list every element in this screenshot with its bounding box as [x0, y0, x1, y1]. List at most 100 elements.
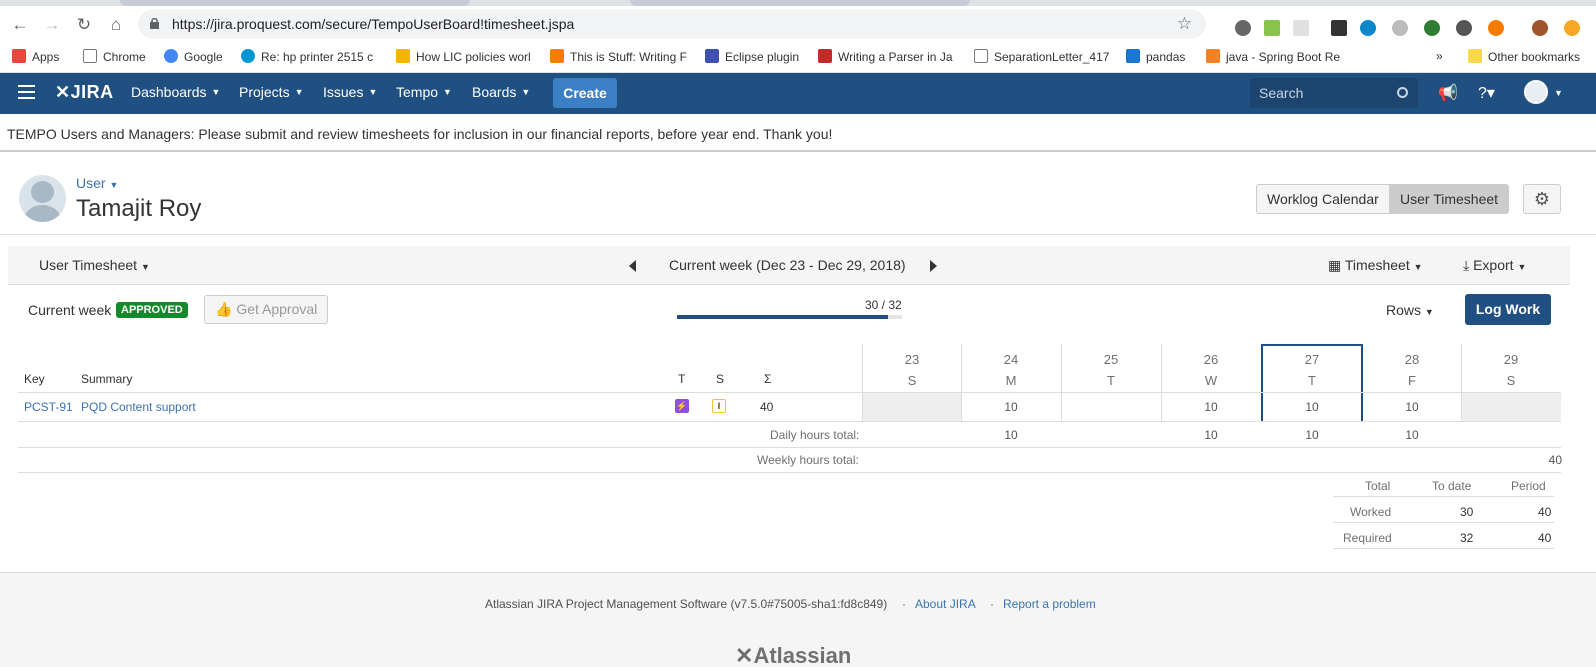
day-of-week: F [1408, 373, 1416, 388]
rows-label: Rows [1386, 302, 1422, 318]
create-button[interactable]: Create [553, 78, 617, 108]
more-bookmarks-button[interactable]: » [1436, 49, 1443, 63]
bookmark-label: Chrome [103, 50, 146, 64]
jira-logo-text: JIRA [70, 82, 114, 102]
browser-toolbar: ← → ↻ ⌂ https://jira.proquest.com/secure… [0, 6, 1596, 42]
update-icon[interactable] [1564, 20, 1580, 36]
bookmark-apps[interactable]: Apps [12, 49, 59, 64]
bookmark-item[interactable]: Eclipse plugin [705, 49, 799, 64]
issue-summary-link[interactable]: PQD Content support [81, 400, 196, 414]
daily-total: 10 [1405, 428, 1419, 442]
footer: Atlassian JIRA Project Management Softwa… [0, 572, 1596, 667]
home-icon[interactable]: ⌂ [106, 15, 126, 35]
nav-dashboards[interactable]: Dashboards ▼ [131, 84, 220, 100]
extension-icon[interactable] [1293, 20, 1309, 36]
extension-icon[interactable] [1360, 20, 1376, 36]
worked-to-date: 30 [1460, 505, 1474, 519]
banner-text: TEMPO Users and Managers: Please submit … [7, 126, 833, 142]
bookmarks-bar: Apps Chrome Google Re: hp printer 2515 c… [0, 42, 1596, 73]
bookmark-item[interactable]: java - Spring Boot Re [1206, 49, 1346, 64]
jira-logo[interactable]: ✕JIRA [55, 82, 114, 103]
col-summary[interactable]: Summary [81, 372, 132, 386]
bookmark-item[interactable]: pandas [1126, 49, 1185, 64]
other-bookmarks[interactable]: Other bookmarks [1468, 49, 1580, 64]
get-approval-button[interactable]: 👍 Get Approval [204, 295, 328, 324]
period-label[interactable]: Current week (Dec 23 - Dec 29, 2018) [669, 257, 906, 273]
bookmark-item[interactable]: Google [164, 49, 223, 64]
col-key[interactable]: Key [24, 372, 45, 386]
export-menu[interactable]: ⤓ Export ▼ [1463, 257, 1526, 274]
chevron-down-icon: ▼ [1424, 307, 1434, 317]
gear-icon[interactable]: ⚙ [1523, 184, 1561, 214]
footer-version: Atlassian JIRA Project Management Softwa… [485, 597, 888, 611]
nav-projects[interactable]: Projects ▼ [239, 84, 304, 100]
blogger-icon [550, 49, 564, 63]
pandas-icon [1126, 49, 1140, 63]
chevron-down-icon: ▼ [443, 87, 452, 97]
address-bar[interactable]: https://jira.proquest.com/secure/TempoUs… [138, 9, 1206, 39]
extension-icon[interactable] [1264, 20, 1280, 36]
forward-icon[interactable]: → [42, 15, 62, 35]
bookmark-item[interactable]: How LIC policies worl [396, 49, 534, 64]
hour-cell[interactable]: 10 [1263, 400, 1361, 414]
bookmark-item[interactable]: Writing a Parser in Ja [818, 49, 956, 64]
extension-icon[interactable] [1488, 20, 1504, 36]
help-icon[interactable]: ?▾ [1478, 83, 1495, 103]
summary-header-total: Total [1365, 479, 1391, 493]
user-dropdown[interactable]: User ▼ [76, 175, 118, 191]
nav-issues[interactable]: Issues ▼ [323, 84, 377, 100]
weekly-total-label: Weekly hours total: [757, 453, 859, 467]
announcement-icon[interactable]: 📢 [1438, 83, 1458, 103]
bookmark-item[interactable]: Chrome [83, 49, 146, 64]
user-timesheet-button[interactable]: User Timesheet [1390, 184, 1510, 214]
log-work-button[interactable]: Log Work [1465, 294, 1551, 325]
back-icon[interactable]: ← [10, 15, 30, 35]
user-avatar[interactable] [1524, 80, 1548, 104]
view-selector[interactable]: User Timesheet ▼ [39, 257, 150, 273]
previous-week-icon[interactable] [629, 260, 636, 272]
bookmark-label: Eclipse plugin [725, 50, 800, 64]
worklog-calendar-button[interactable]: Worklog Calendar [1256, 184, 1390, 214]
nav-boards[interactable]: Boards ▼ [472, 84, 530, 100]
issue-type-icon: ⚡ [675, 399, 689, 413]
hour-cell[interactable]: 10 [1162, 400, 1260, 414]
summary-header-to-date: To date [1432, 479, 1472, 493]
hour-cell[interactable]: 10 [1363, 400, 1461, 414]
extension-icon[interactable] [1456, 20, 1472, 36]
bookmark-item[interactable]: SeparationLetter_417 [974, 49, 1112, 64]
extension-icon[interactable] [1424, 20, 1440, 36]
footer-separator: · [902, 597, 906, 611]
issue-status-icon: I [712, 399, 726, 413]
chevron-down-icon: ▼ [211, 87, 221, 97]
extension-icon[interactable] [1331, 20, 1347, 36]
bookmark-item[interactable]: This is Stuff: Writing F [550, 49, 688, 64]
summary-header-period: Period [1511, 479, 1546, 493]
profile-avatar-icon[interactable] [1532, 20, 1548, 36]
chevron-down-icon: ▼ [294, 87, 304, 97]
about-jira-link[interactable]: About JIRA [915, 597, 976, 611]
chevron-down-icon[interactable]: ▼ [1554, 88, 1563, 98]
jira-header: ✕JIRA Dashboards ▼ Projects ▼ Issues ▼ Temp… [0, 73, 1596, 114]
menu-icon[interactable] [18, 85, 35, 99]
day-of-week: S [907, 373, 917, 388]
extension-icon[interactable] [1392, 20, 1408, 36]
rows-dropdown[interactable]: Rows ▼ [1386, 302, 1434, 318]
bookmark-star-icon[interactable]: ☆ [1177, 14, 1192, 34]
nav-tempo[interactable]: Tempo ▼ [396, 84, 452, 100]
daily-total: 10 [1004, 428, 1018, 442]
next-week-icon[interactable] [930, 260, 937, 272]
folder-icon [1468, 49, 1482, 63]
issue-key-link[interactable]: PCST-91 [24, 400, 73, 414]
hour-cell[interactable]: 10 [962, 400, 1060, 414]
progress-bar [677, 315, 902, 319]
grid-line [18, 421, 1561, 422]
chevron-down-icon: ▼ [1517, 262, 1527, 272]
bookmark-item[interactable]: Re: hp printer 2515 c [241, 49, 381, 64]
reload-icon[interactable]: ↻ [74, 15, 94, 35]
lock-icon [150, 18, 159, 29]
calendar-icon: ▦ [1328, 257, 1342, 273]
search-input[interactable]: Search [1250, 78, 1418, 108]
timesheet-menu[interactable]: ▦ Timesheet ▼ [1328, 257, 1423, 274]
extension-icon[interactable] [1235, 20, 1251, 36]
report-problem-link[interactable]: Report a problem [1003, 597, 1096, 611]
